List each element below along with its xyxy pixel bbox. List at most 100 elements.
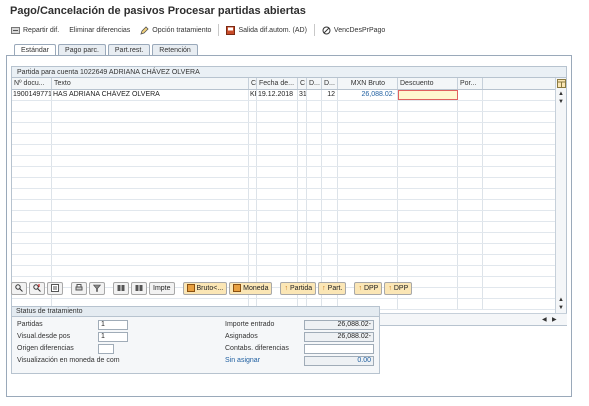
- grid-title: Partida para cuenta 1022649 ADRIANA CHÁV…: [12, 67, 566, 78]
- partida-button[interactable]: ↑ Partida: [280, 282, 317, 295]
- scroll-down-icon[interactable]: ▼: [558, 98, 564, 106]
- bruto-button[interactable]: Bruto<...: [182, 282, 228, 295]
- page-title: Pago/Cancelación de pasivos Procesar par…: [10, 5, 306, 17]
- scroll-up-icon[interactable]: ▲: [558, 296, 564, 304]
- scroll-left-icon[interactable]: ◀: [542, 316, 547, 324]
- print-icon: [75, 283, 83, 294]
- contabs-label: Contabs. diferencias: [225, 345, 289, 352]
- dpp-button-1[interactable]: ↑ DPP: [354, 282, 383, 295]
- empty-row: [12, 123, 556, 134]
- column-settings-icon[interactable]: [557, 79, 566, 90]
- empty-row: [12, 112, 556, 123]
- save-icon: [226, 25, 236, 35]
- repartir-label: Repartir dif.: [23, 26, 60, 34]
- column-header-d2[interactable]: D...: [322, 78, 338, 89]
- currency-icon: [233, 283, 242, 294]
- column-header-c1[interactable]: C: [249, 78, 257, 89]
- repartir-button[interactable]: Repartir dif.: [8, 26, 62, 35]
- partida-label: Partida: [289, 285, 313, 292]
- binoculars-next-button[interactable]: [131, 282, 147, 295]
- table-row[interactable]: 1900149771 HAS ADRIANA CHÁVEZ OLVERA KR …: [12, 90, 556, 101]
- column-header-discount[interactable]: Descuento: [398, 78, 458, 89]
- arrow-up-icon: ↑: [284, 285, 288, 292]
- empty-row: [12, 178, 556, 189]
- column-header-pct[interactable]: Por...: [458, 78, 483, 89]
- dpp-button-2[interactable]: ↑ DPP: [384, 282, 413, 295]
- vertical-scrollbar[interactable]: ▲ ▼ ▲ ▼: [555, 78, 566, 314]
- cell-d2: 12: [322, 90, 338, 100]
- contabs-field[interactable]: [304, 344, 374, 354]
- cell-pct[interactable]: [458, 90, 483, 100]
- sort-icon: [51, 283, 59, 294]
- scroll-up-icon[interactable]: ▲: [558, 90, 564, 98]
- pencil-icon: [140, 25, 149, 35]
- scroll-down-icon[interactable]: ▼: [558, 304, 564, 312]
- moneda-button[interactable]: Moneda: [229, 282, 273, 295]
- search-button[interactable]: [11, 282, 27, 295]
- column-header-date[interactable]: Fecha de...: [257, 78, 298, 89]
- part-label: Part.: [327, 285, 343, 292]
- origen-label: Origen diferencias: [17, 345, 74, 352]
- cell-doc: 1900149771: [13, 90, 52, 100]
- arrow-up-icon: ↑: [358, 285, 362, 292]
- visual-desde-field[interactable]: 1: [98, 332, 128, 342]
- cell-date: 19.12.2018: [257, 90, 298, 100]
- partidas-field[interactable]: 1: [98, 320, 128, 330]
- binoculars-button[interactable]: [113, 282, 129, 295]
- grid-header: Nº docu... Texto C Fecha de... C D... D.…: [12, 78, 556, 90]
- eliminar-label: Eliminar diferencias: [69, 26, 131, 34]
- filter-icon: [92, 284, 102, 294]
- sort-button[interactable]: [47, 282, 63, 295]
- importe-field: 26,088.02-: [304, 320, 374, 330]
- cell-d1: [307, 90, 322, 100]
- importe-label: Importe entrado: [225, 321, 275, 328]
- column-header-gross[interactable]: MXN Bruto: [338, 78, 398, 89]
- discount-input[interactable]: [398, 90, 458, 100]
- binoculars-next-icon: [135, 284, 143, 294]
- dpp-label: DPP: [393, 285, 409, 292]
- search-next-button[interactable]: [29, 282, 45, 295]
- salida-dif-button[interactable]: Salida dif.autom. (AD): [223, 25, 309, 35]
- partidas-label: Partidas: [17, 321, 43, 328]
- visual-desde-label: Visual.desde pos: [17, 333, 71, 340]
- empty-row: [12, 145, 556, 156]
- empty-row: [12, 244, 556, 255]
- processing-status-panel: Status de tratamiento Partidas 1 Visual.…: [11, 306, 380, 374]
- salida-label: Salida dif.autom. (AD): [238, 26, 307, 34]
- column-header-text[interactable]: Texto: [52, 78, 249, 89]
- empty-row: [12, 134, 556, 145]
- column-header-c2[interactable]: C: [298, 78, 307, 89]
- asignados-label: Asignados: [225, 333, 258, 340]
- filter-button[interactable]: [89, 282, 105, 295]
- binoculars-icon: [117, 284, 125, 294]
- grid-action-bar: Impte Bruto<... Moneda ↑ Partida ↑ Part.…: [11, 282, 413, 295]
- impte-label: Impte: [153, 285, 171, 292]
- bruto-label: Bruto<...: [196, 285, 224, 292]
- dpp-label: DPP: [363, 285, 379, 292]
- status-title: Status de tratamiento: [12, 307, 379, 317]
- opcion-tratamiento-button[interactable]: Opción tratamiento: [137, 25, 214, 35]
- print-button[interactable]: [71, 282, 87, 295]
- toolbar-divider: [313, 24, 315, 36]
- cell-text: HAS ADRIANA CHÁVEZ OLVERA: [52, 90, 249, 100]
- scroll-right-icon[interactable]: ▶: [552, 316, 557, 324]
- empty-row: [12, 200, 556, 211]
- venc-label: VencDesPrPago: [333, 26, 386, 34]
- no-entry-icon: [322, 26, 331, 35]
- toolbar-divider: [218, 24, 220, 36]
- arrow-up-icon: ↑: [322, 285, 326, 292]
- search-next-icon: [33, 283, 41, 294]
- empty-row: [12, 233, 556, 244]
- column-header-doc[interactable]: Nº docu...: [12, 78, 52, 89]
- asignados-field: 26,088.02-: [304, 332, 374, 342]
- empty-row: [12, 167, 556, 178]
- venc-button[interactable]: VencDesPrPago: [319, 26, 388, 35]
- cell-c1: KR: [249, 90, 257, 100]
- cell-gross: 26,088.02-: [338, 90, 398, 100]
- eliminar-diferencias-button[interactable]: Eliminar diferencias: [66, 27, 133, 34]
- empty-row: [12, 222, 556, 233]
- origen-field[interactable]: [98, 344, 114, 354]
- column-header-d1[interactable]: D...: [307, 78, 322, 89]
- impte-button[interactable]: Impte: [149, 282, 175, 295]
- part-button[interactable]: ↑ Part.: [318, 282, 347, 295]
